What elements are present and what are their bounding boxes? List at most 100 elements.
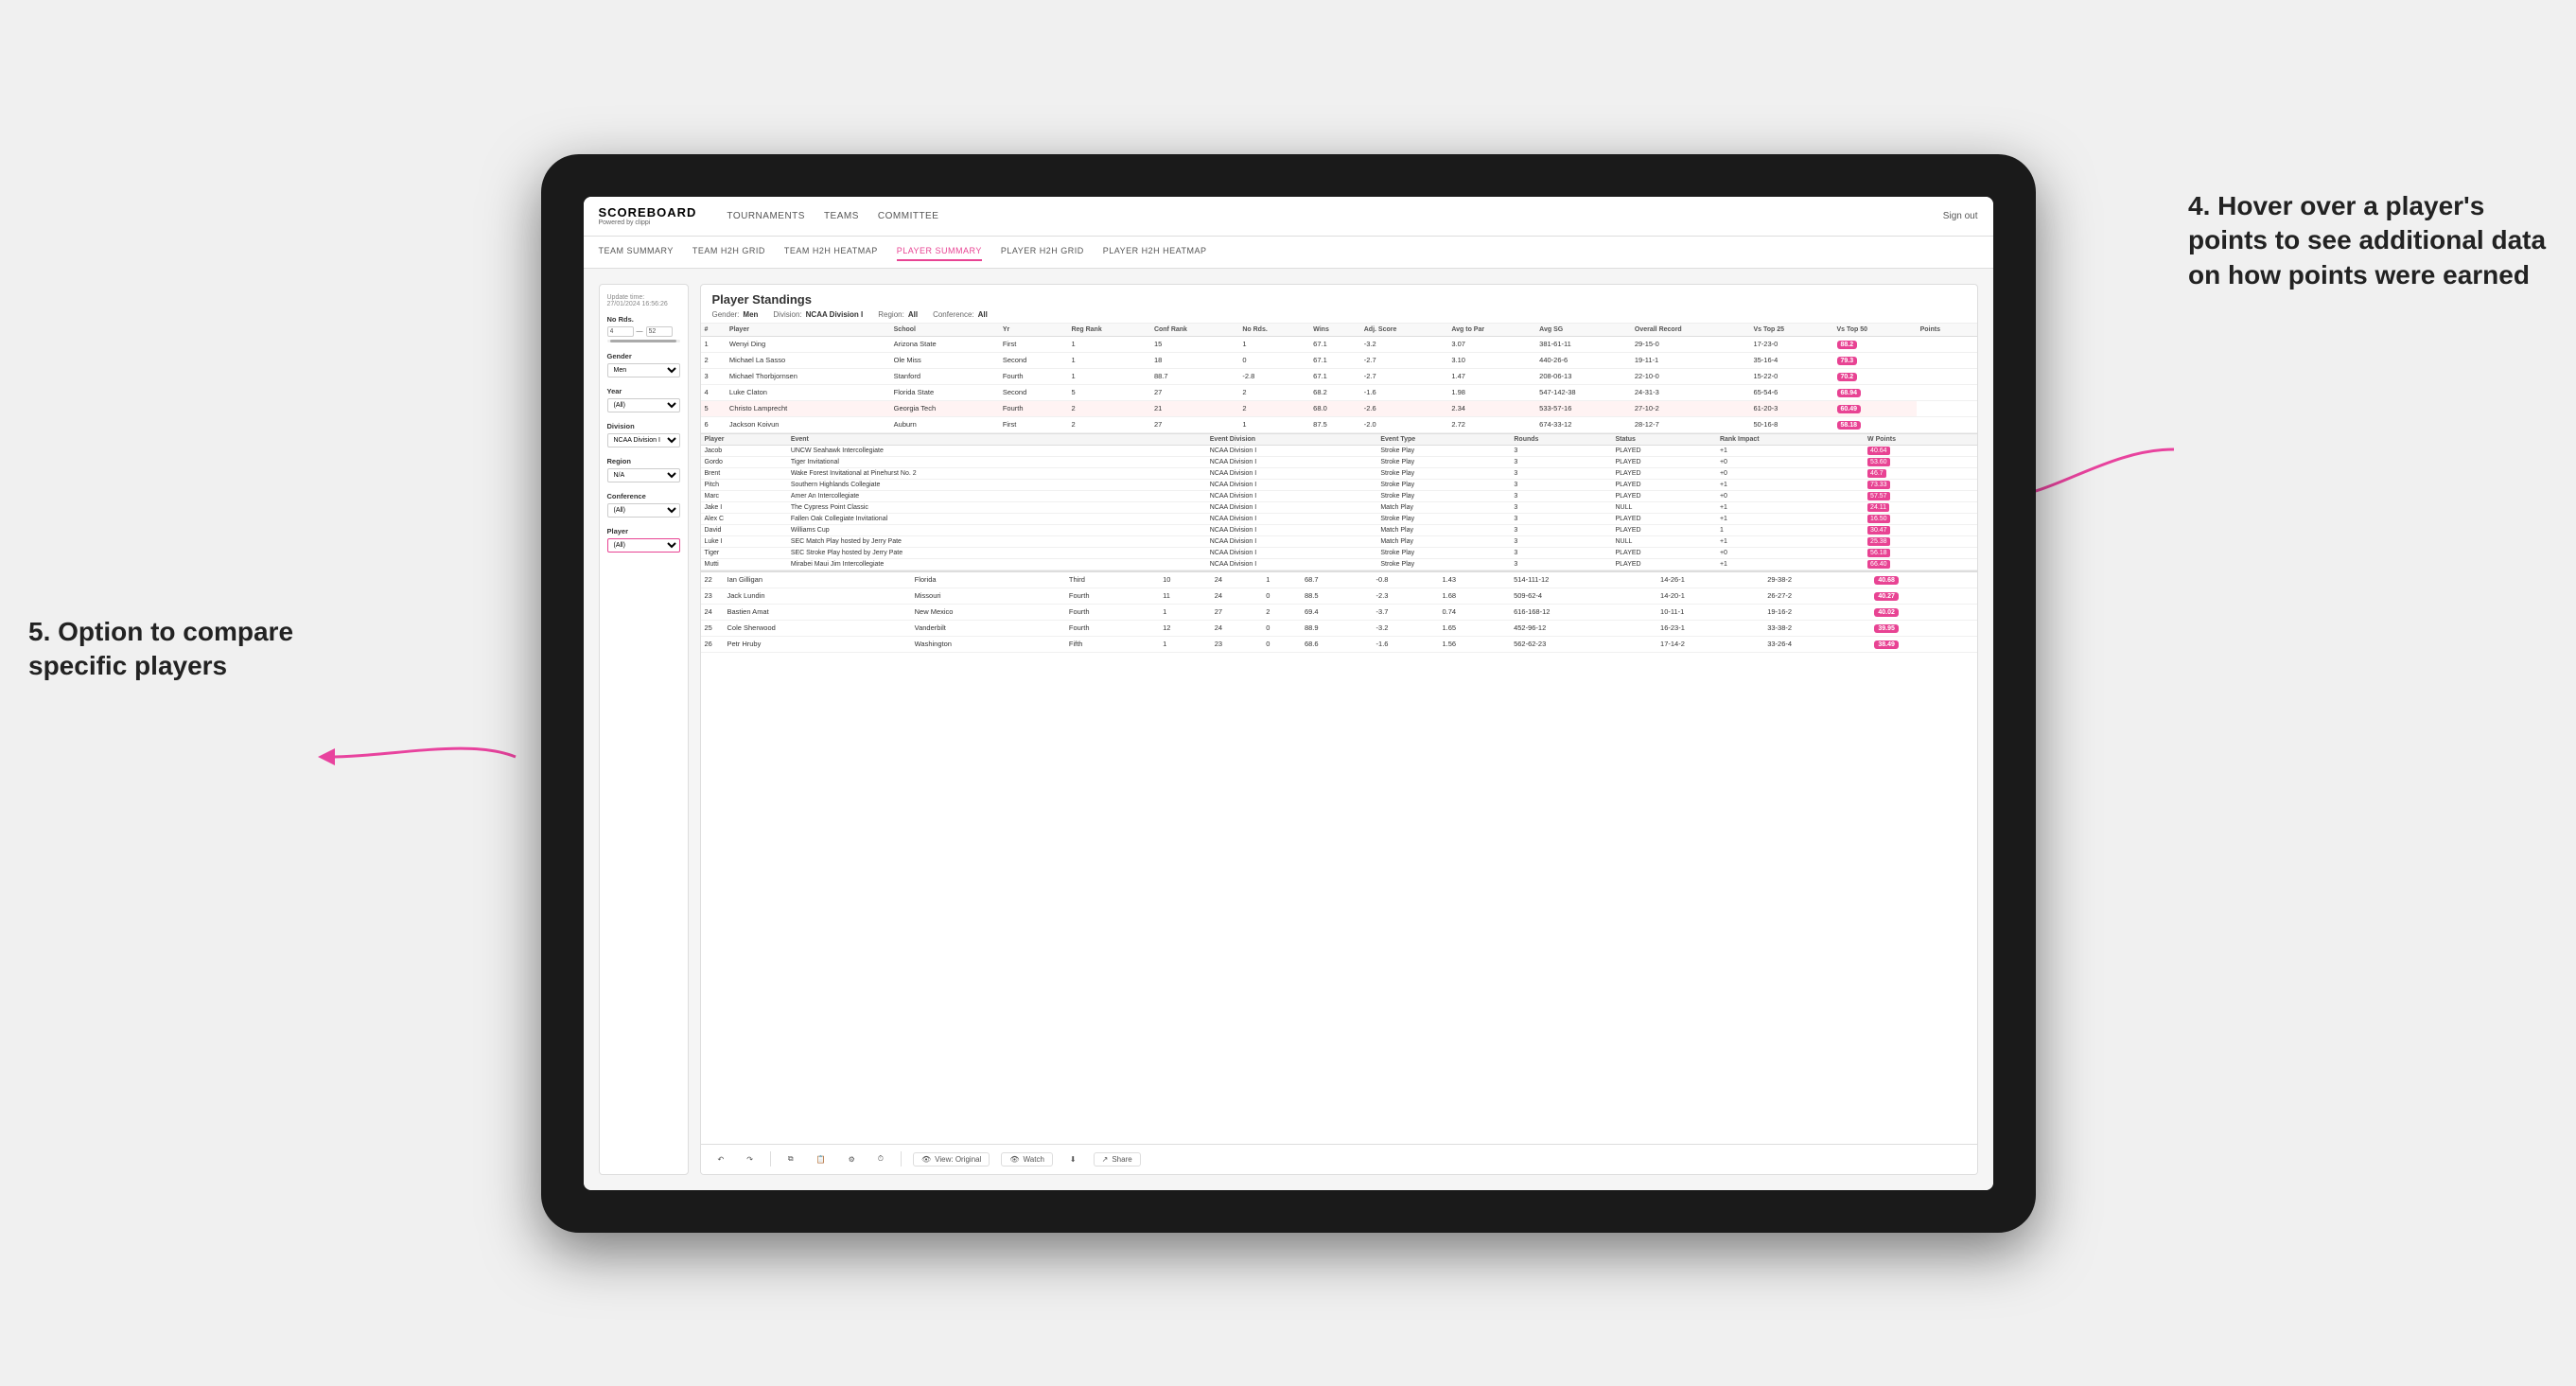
logo-subtitle: Powered by clippi — [599, 219, 697, 226]
table-row[interactable]: 24 Bastien Amat New Mexico Fourth 1 27 2… — [701, 604, 1977, 620]
points-badge[interactable]: 58.18 — [1837, 421, 1862, 430]
popup-col-player: Player — [701, 434, 787, 446]
filter-gender: Gender Men Women — [607, 352, 680, 377]
filter-conference: Conference (All) — [607, 492, 680, 518]
paste-button[interactable]: 📋 — [811, 1153, 832, 1166]
copy-button[interactable]: ⧉ — [782, 1152, 799, 1166]
filter-division: Division NCAA Division I — [607, 422, 680, 447]
popup-row[interactable]: David Williams Cup NCAA Division I Match… — [701, 524, 1977, 535]
col-to-par: Avg to Par — [1447, 324, 1535, 337]
popup-row[interactable]: Tiger SEC Stroke Play hosted by Jerry Pa… — [701, 547, 1977, 558]
col-adj-score: Adj. Score — [1360, 324, 1448, 337]
settings-button[interactable]: ⚙ — [843, 1153, 861, 1166]
popup-row[interactable]: Jacob UNCW Seahawk Intercollegiate NCAA … — [701, 445, 1977, 456]
popup-points-badge: 57.57 — [1867, 492, 1890, 500]
nav-committee[interactable]: COMMITTEE — [878, 209, 939, 223]
share-button[interactable]: ↗ Share — [1094, 1152, 1141, 1167]
points-badge[interactable]: 40.02 — [1874, 608, 1899, 617]
table-container: # Player School Yr Reg Rank Conf Rank No… — [701, 324, 1977, 1144]
watch-label: Watch — [1024, 1155, 1044, 1164]
table-row[interactable]: 22 Ian Gilligan Florida Third 10 24 1 68… — [701, 571, 1977, 588]
filter-region-select[interactable]: N/A — [607, 468, 680, 482]
table-row[interactable]: 6 Jackson Koivun Auburn First 2 27 1 87.… — [701, 416, 1977, 432]
popup-row[interactable]: Pitch Southern Highlands Collegiate NCAA… — [701, 479, 1977, 490]
popup-points-badge: 40.64 — [1867, 447, 1890, 455]
table-row[interactable]: 3 Michael Thorbjornsen Stanford Fourth 1… — [701, 368, 1977, 384]
filter-year-select[interactable]: (All) — [607, 398, 680, 412]
popup-table: Player Event Event Division Event Type R… — [701, 434, 1977, 570]
annotation-left-text: 5. Option to compare specific players — [28, 617, 293, 680]
filter-no-rds-min[interactable] — [607, 326, 634, 337]
annotation-right: 4. Hover over a player's points to see a… — [2188, 189, 2548, 292]
points-badge[interactable]: 60.49 — [1837, 405, 1862, 413]
watch-button[interactable]: 👁 Watch — [1001, 1152, 1053, 1167]
table-row[interactable]: 25 Cole Sherwood Vanderbilt Fourth 12 24… — [701, 620, 1977, 636]
tab-player-h2h-heatmap[interactable]: PLAYER H2H HEATMAP — [1103, 242, 1207, 261]
col-no-rds: No Rds. — [1238, 324, 1309, 337]
eye-icon: 👁 — [921, 1155, 931, 1164]
conference-value: All — [978, 310, 988, 319]
sign-out-button[interactable]: Sign out — [1943, 211, 1978, 221]
filter-conference-label: Conference — [607, 492, 680, 500]
table-row[interactable]: 23 Jack Lundin Missouri Fourth 11 24 0 8… — [701, 588, 1977, 604]
popup-col-status: Status — [1612, 434, 1716, 446]
points-badge[interactable]: 68.94 — [1837, 389, 1862, 397]
col-points: Points — [1917, 324, 1977, 337]
download-button[interactable]: ⬇ — [1064, 1153, 1082, 1166]
tab-player-h2h-grid[interactable]: PLAYER H2H GRID — [1001, 242, 1084, 261]
tab-team-summary[interactable]: TEAM SUMMARY — [599, 242, 674, 261]
sub-nav: TEAM SUMMARY TEAM H2H GRID TEAM H2H HEAT… — [584, 237, 1993, 269]
table-row[interactable]: 1 Wenyi Ding Arizona State First 1 15 1 … — [701, 336, 1977, 352]
points-badge[interactable]: 39.95 — [1874, 624, 1899, 633]
popup-row[interactable]: Gordo Tiger Invitational NCAA Division I… — [701, 456, 1977, 467]
points-badge[interactable]: 88.2 — [1837, 341, 1858, 349]
col-overall: Overall Record — [1631, 324, 1750, 337]
popup-col-event: Event — [787, 434, 1206, 446]
popup-row[interactable]: Alex C Fallen Oak Collegiate Invitationa… — [701, 513, 1977, 524]
tab-team-h2h-grid[interactable]: TEAM H2H GRID — [692, 242, 765, 261]
popup-row[interactable]: Marc Amer An Intercollegiate NCAA Divisi… — [701, 490, 1977, 501]
table-row-highlighted[interactable]: 5 Christo Lamprecht Georgia Tech Fourth … — [701, 400, 1977, 416]
points-badge[interactable]: 40.68 — [1874, 576, 1899, 585]
nav-teams[interactable]: TEAMS — [824, 209, 859, 223]
filter-panel: Update time: 27/01/2024 16:56:26 No Rds.… — [599, 284, 689, 1175]
gender-value: Men — [743, 310, 758, 319]
popup-row[interactable]: Luke I SEC Match Play hosted by Jerry Pa… — [701, 535, 1977, 547]
results-panel: Player Standings Gender: Men Division: N… — [700, 284, 1978, 1175]
toolbar-divider-2 — [901, 1151, 902, 1167]
filter-division-select[interactable]: NCAA Division I — [607, 433, 680, 447]
points-badge[interactable]: 38.49 — [1874, 640, 1899, 649]
filter-no-rds-max[interactable] — [646, 326, 673, 337]
filter-conference-select[interactable]: (All) — [607, 503, 680, 518]
annotation-right-text: 4. Hover over a player's points to see a… — [2188, 191, 2546, 289]
table-row[interactable]: 2 Michael La Sasso Ole Miss Second 1 18 … — [701, 352, 1977, 368]
undo-button[interactable]: ↶ — [712, 1153, 730, 1166]
arrow-left-icon — [317, 719, 525, 795]
timer-button[interactable]: ⏱ — [872, 1152, 889, 1166]
filter-gender-label: Gender — [607, 352, 680, 360]
redo-button[interactable]: ↷ — [741, 1153, 759, 1166]
share-icon: ↗ — [1102, 1155, 1109, 1164]
popup-col-div: Event Division — [1206, 434, 1377, 446]
popup-row[interactable]: Jake I The Cypress Point Classic NCAA Di… — [701, 501, 1977, 513]
filter-division-label: Division — [607, 422, 680, 430]
watch-icon: 👁 — [1009, 1155, 1019, 1164]
points-badge[interactable]: 70.2 — [1837, 373, 1858, 381]
tab-team-h2h-heatmap[interactable]: TEAM H2H HEATMAP — [784, 242, 878, 261]
popup-points-badge: 24.11 — [1867, 503, 1889, 512]
filter-player-select[interactable]: (All) — [607, 538, 680, 553]
tab-player-summary[interactable]: PLAYER SUMMARY — [897, 242, 982, 261]
nav-tournaments[interactable]: TOURNAMENTS — [727, 209, 805, 223]
view-original-button[interactable]: 👁 View: Original — [913, 1152, 990, 1167]
table-row[interactable]: 4 Luke Claton Florida State Second 5 27 … — [701, 384, 1977, 400]
popup-row[interactable]: Mutti Mirabei Maui Jim Intercollegiate N… — [701, 558, 1977, 570]
filter-gender-select[interactable]: Men Women — [607, 363, 680, 377]
table-row[interactable]: 26 Petr Hruby Washington Fifth 1 23 0 68… — [701, 636, 1977, 652]
tablet-device: SCOREBOARD Powered by clippi TOURNAMENTS… — [541, 154, 2036, 1233]
points-badge[interactable]: 79.3 — [1837, 357, 1858, 365]
popup-row[interactable]: Brent Wake Forest Invitational at Pinehu… — [701, 467, 1977, 479]
points-badge[interactable]: 40.27 — [1874, 592, 1899, 601]
col-num: # — [701, 324, 726, 337]
panel-header: Player Standings Gender: Men Division: N… — [701, 285, 1977, 324]
filter-player: Player (All) — [607, 527, 680, 553]
